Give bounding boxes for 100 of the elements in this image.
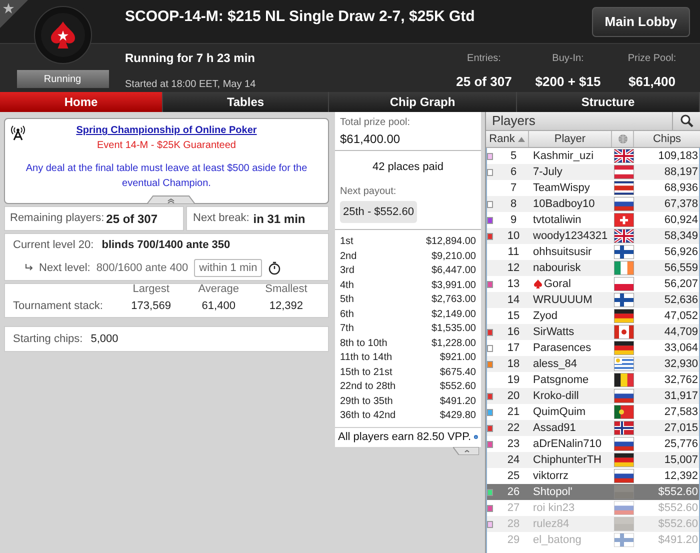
payout-amount: $12,894.00 xyxy=(426,235,476,248)
flag-icon xyxy=(614,165,634,179)
vpp-note: All players earn 82.50 VPP. xyxy=(338,430,472,445)
player-name: Kashmir_uzi xyxy=(533,148,594,164)
flag-icon xyxy=(614,453,634,467)
player-name: rulez84 xyxy=(533,516,570,532)
player-row[interactable]: 16 SirWatts 44,709 xyxy=(487,324,699,340)
stat-value: $200 + $15 xyxy=(535,73,601,91)
star-icon[interactable] xyxy=(3,3,14,14)
chips-cell-text: 56,559 xyxy=(663,260,699,276)
player-name: Shtopol' xyxy=(533,484,572,500)
player-name: TeamWispy xyxy=(533,180,590,196)
player-row[interactable]: 24 ChiphunterTH 15,007 xyxy=(487,452,699,468)
player-name: el_batong xyxy=(533,532,582,548)
player-name: Zyod xyxy=(533,308,558,324)
info-icon[interactable] xyxy=(474,432,478,442)
player-row[interactable]: 20 Kroko-dill 31,917 xyxy=(487,388,699,404)
rank-cell-text: 27 xyxy=(506,500,521,516)
within-time: within 1 min xyxy=(194,258,262,277)
player-name: Assad91 xyxy=(533,420,576,436)
payout-amount: $675.40 xyxy=(440,366,476,379)
tab[interactable]: Tables xyxy=(163,92,329,112)
rank-cell-text: 7 xyxy=(509,180,518,196)
tab[interactable]: Chip Graph xyxy=(329,92,517,112)
payout-place: 8th to 10th xyxy=(340,336,388,350)
championship-link[interactable]: Spring Championship of Online Poker xyxy=(76,123,257,138)
player-name: Goral xyxy=(544,276,571,292)
payout-amount: $3,991.00 xyxy=(432,278,476,292)
stack-column-value: 173,569 xyxy=(131,298,171,314)
player-row[interactable]: 5 Kashmir_uzi 109,183 xyxy=(487,148,699,164)
rank-cell-text: 26 xyxy=(506,484,521,500)
player-name: viktorrz xyxy=(533,468,568,484)
next-level-label: Next level: xyxy=(39,260,90,276)
chips-cell-text: 56,207 xyxy=(663,276,699,292)
player-row[interactable]: 22 Assad91 27,015 xyxy=(487,420,699,436)
next-payout-value: 25th - $552.60 xyxy=(340,200,417,223)
stat-label: Prize Pool: xyxy=(628,52,676,66)
player-name: ohhsuitsusir xyxy=(533,244,592,260)
stat-label: Entries: xyxy=(467,52,501,66)
flag-icon xyxy=(614,389,634,403)
player-row[interactable]: 21 QuimQuim 27,583 xyxy=(487,404,699,420)
spade-icon xyxy=(533,279,543,289)
flag-icon xyxy=(614,501,634,515)
player-row[interactable]: 26 Shtopol' $552.60 xyxy=(487,484,699,500)
rank-cell-text: 17 xyxy=(506,340,521,356)
tab[interactable]: Home xyxy=(0,92,163,112)
next-break-label: Next break: xyxy=(193,211,250,226)
collapse-handle-icon[interactable] xyxy=(453,446,479,454)
player-row[interactable]: 17 Parasences 33,064 xyxy=(487,340,699,356)
flag-icon xyxy=(614,213,634,227)
payout-amount: $429.80 xyxy=(440,409,476,422)
payout-place: 29th to 35th xyxy=(340,394,393,408)
payout-place: 15th to 21st xyxy=(340,366,392,379)
payout-place: 3rd xyxy=(340,264,354,278)
payout-place: 2nd xyxy=(340,250,357,263)
players-title: Players xyxy=(491,112,536,130)
player-row[interactable]: 12 nabourisk 56,559 xyxy=(487,260,699,276)
player-row[interactable]: 10 woody1234321 58,349 xyxy=(487,228,699,244)
rank-cell-text: 14 xyxy=(506,292,521,308)
status-ribbon: Running xyxy=(16,70,108,88)
rank-column-header[interactable]: Rank xyxy=(486,131,529,147)
flag-icon xyxy=(614,277,634,291)
flag-icon xyxy=(614,325,634,339)
player-row[interactable]: 9 tvtotaliwin 60,924 xyxy=(487,212,699,228)
payout-amount: $491.20 xyxy=(440,394,476,408)
rank-cell-text: 25 xyxy=(506,468,521,484)
payout-amount: $6,447.00 xyxy=(432,264,476,278)
rank-cell-text: 22 xyxy=(506,420,521,436)
rank-cell-text: 20 xyxy=(506,388,521,404)
player-name: woody1234321 xyxy=(533,228,608,244)
player-name: roi kin23 xyxy=(533,500,575,516)
player-column-header[interactable]: Player xyxy=(529,131,612,147)
player-row[interactable]: 13 Goral 56,207 xyxy=(487,276,699,292)
chips-cell-text: 68,936 xyxy=(663,180,699,196)
player-row[interactable]: 18 aless_84 32,930 xyxy=(487,356,699,372)
rank-cell-text: 15 xyxy=(506,308,521,324)
rank-cell-text: 12 xyxy=(506,260,521,276)
player-row[interactable]: 23 aDrENalin710 25,776 xyxy=(487,436,699,452)
sort-up-icon xyxy=(518,136,525,142)
flag-icon xyxy=(614,485,634,499)
payout-amount: $9,210.00 xyxy=(432,250,476,263)
rank-cell-text: 16 xyxy=(506,324,521,340)
player-row[interactable]: 6 7-July 88,197 xyxy=(487,164,699,180)
chips-cell-text: 27,015 xyxy=(663,420,699,436)
rank-cell-text: 10 xyxy=(506,228,521,244)
player-name: 10Badboy10 xyxy=(533,196,595,212)
search-icon xyxy=(680,114,694,128)
collapse-handle-icon[interactable] xyxy=(147,195,195,204)
stack-column-label: Average xyxy=(198,282,240,297)
chips-cell-text: 25,776 xyxy=(663,436,699,452)
player-row[interactable]: 8 10Badboy10 67,378 xyxy=(487,196,699,212)
chips-column-header[interactable]: Chips xyxy=(634,131,700,147)
tab[interactable]: Structure xyxy=(517,92,700,112)
chips-cell-text: 15,007 xyxy=(663,452,699,468)
player-name: SirWatts xyxy=(533,324,574,340)
player-row[interactable]: 14 WRUUUUM 52,636 xyxy=(487,292,699,308)
main-lobby-button[interactable]: Main Lobby xyxy=(592,7,690,37)
stat-value: 25 of 307 xyxy=(456,73,512,91)
chips-cell-text: 56,926 xyxy=(663,244,699,260)
payout-place: 4th xyxy=(340,278,354,292)
